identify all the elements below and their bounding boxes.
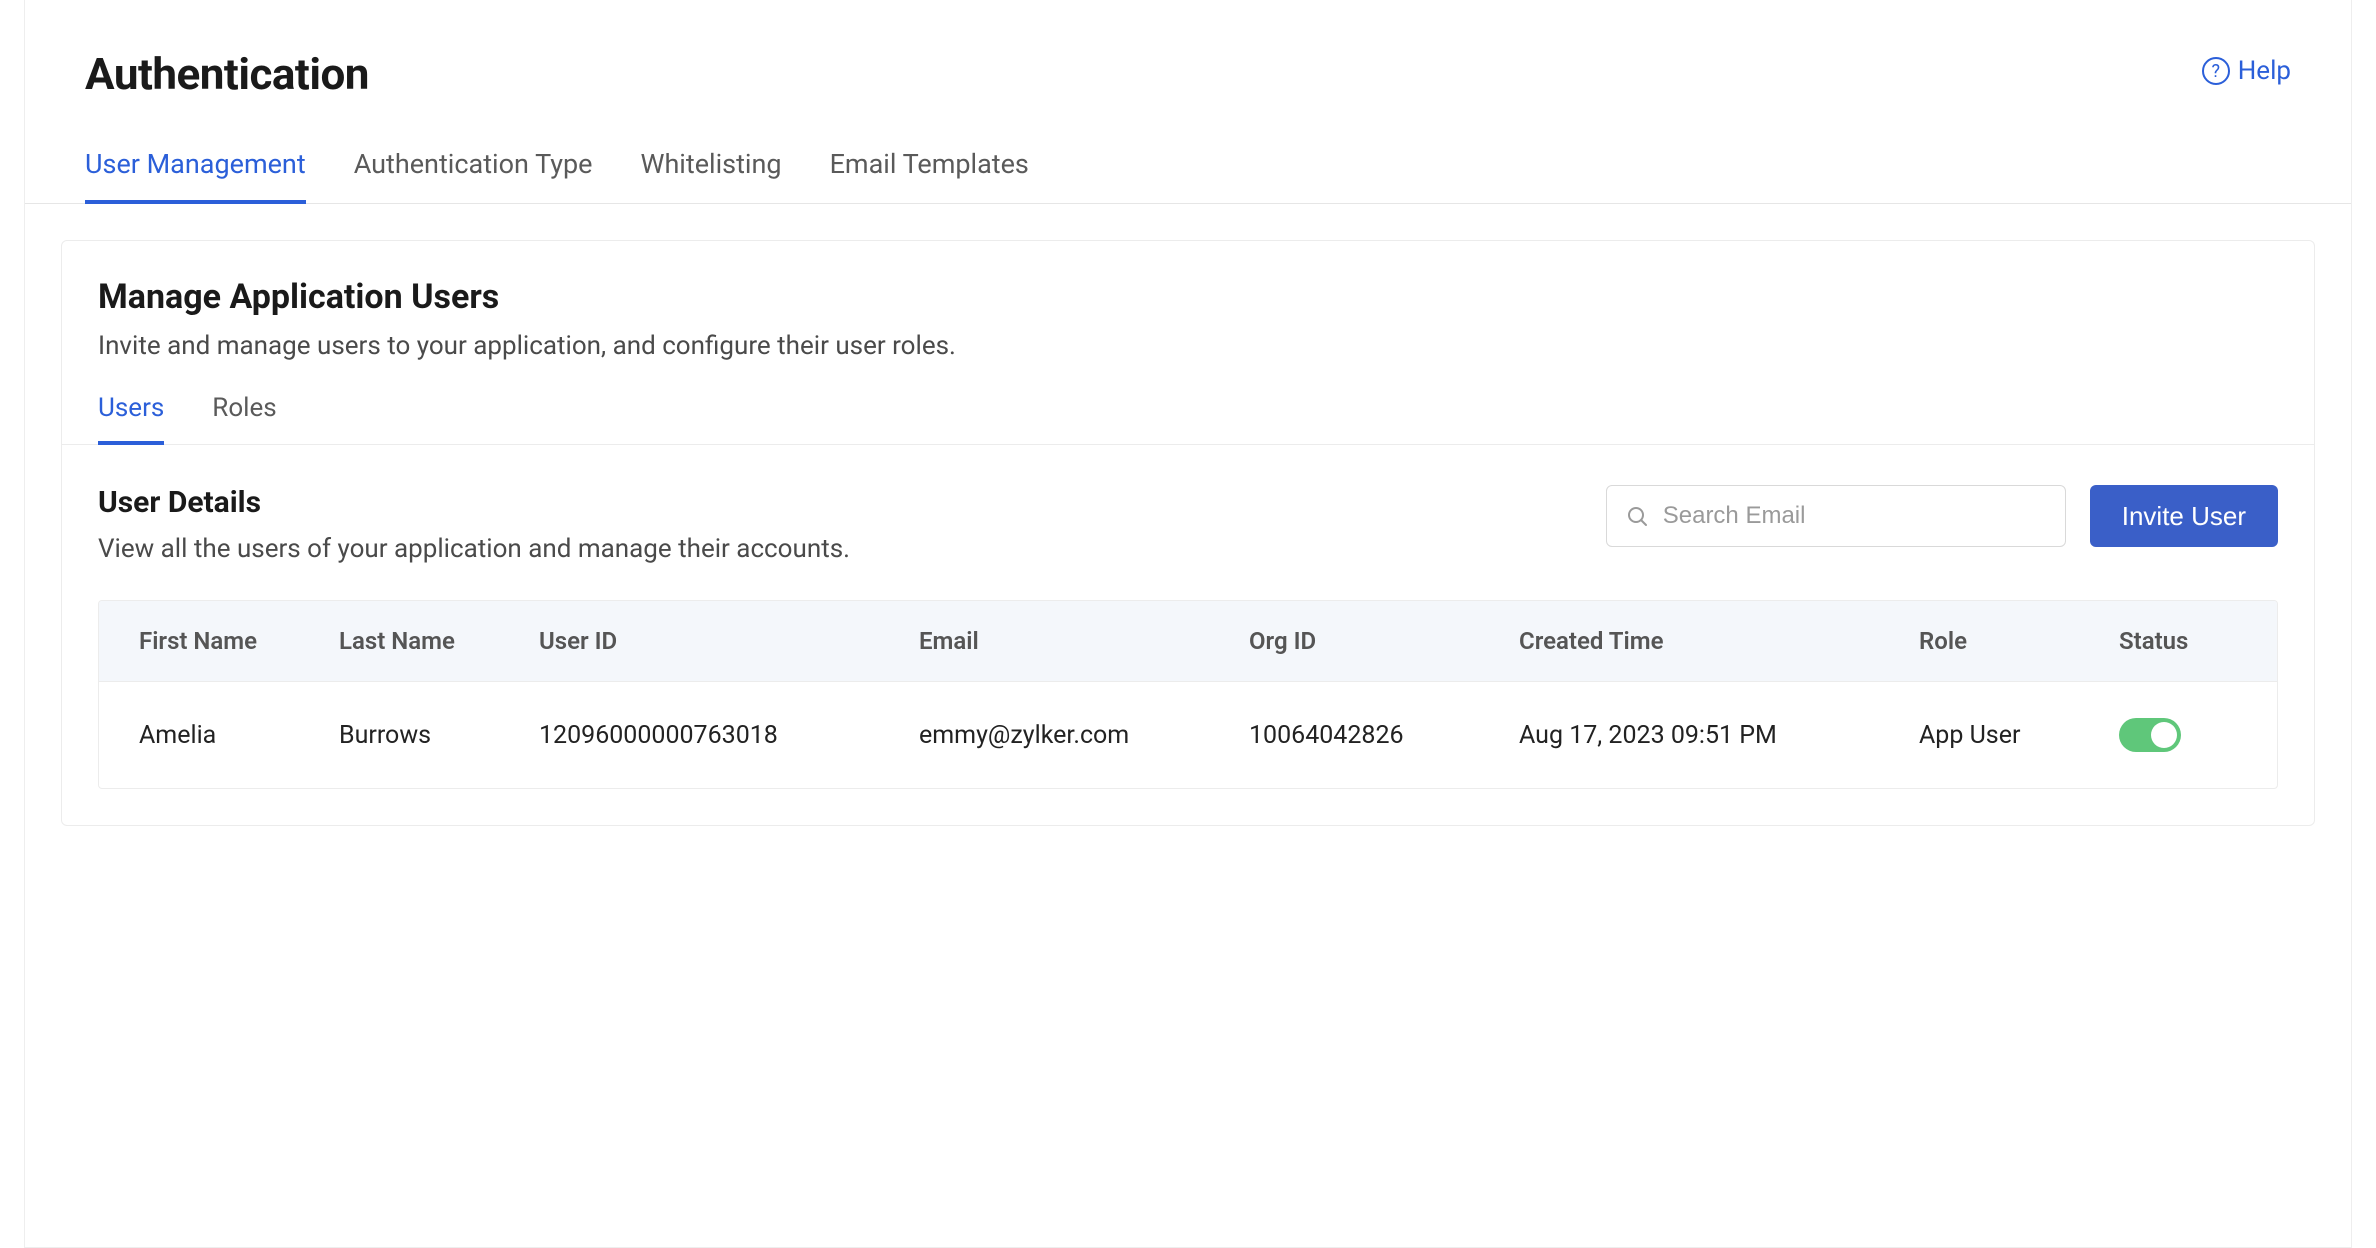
- toggle-knob: [2151, 722, 2177, 748]
- cell-status: [2079, 682, 2278, 788]
- cell-org-id: 10064042826: [1209, 685, 1479, 786]
- section-head: Manage Application Users Invite and mana…: [62, 241, 2314, 361]
- search-input[interactable]: [1663, 502, 2047, 530]
- col-email: Email: [879, 601, 1209, 681]
- cell-role: App User: [1879, 685, 2079, 786]
- col-org-id: Org ID: [1209, 601, 1479, 681]
- cell-created-time: Aug 17, 2023 09:51 PM: [1479, 685, 1879, 786]
- invite-user-button[interactable]: Invite User: [2090, 485, 2278, 547]
- cell-user-id: 12096000000763018: [499, 685, 879, 786]
- status-toggle[interactable]: [2119, 718, 2181, 752]
- details-right: Invite User: [1606, 485, 2278, 547]
- cell-email: emmy@zylker.com: [879, 685, 1209, 786]
- help-label: Help: [2238, 56, 2291, 86]
- search-wrap[interactable]: [1606, 485, 2066, 547]
- section-title: Manage Application Users: [98, 277, 2278, 317]
- page-title: Authentication: [85, 48, 369, 100]
- col-last-name: Last Name: [299, 601, 499, 681]
- tab-email-templates[interactable]: Email Templates: [830, 148, 1029, 204]
- top-tabs: User Management Authentication Type Whit…: [25, 100, 2351, 204]
- help-link[interactable]: ? Help: [2202, 56, 2291, 86]
- details-row: User Details View all the users of your …: [62, 445, 2314, 564]
- help-icon: ?: [2202, 57, 2230, 85]
- col-status: Status: [2079, 601, 2278, 681]
- cell-last-name: Burrows: [299, 685, 499, 786]
- col-created-time: Created Time: [1479, 601, 1879, 681]
- cell-first-name: Amelia: [99, 685, 299, 786]
- col-role: Role: [1879, 601, 2079, 681]
- col-user-id: User ID: [499, 601, 879, 681]
- table-row[interactable]: Amelia Burrows 12096000000763018 emmy@zy…: [99, 682, 2277, 788]
- user-table: First Name Last Name User ID Email Org I…: [98, 600, 2278, 789]
- sub-tab-roles[interactable]: Roles: [212, 393, 276, 445]
- section-subtitle: Invite and manage users to your applicat…: [98, 331, 2278, 361]
- search-icon: [1625, 504, 1649, 528]
- tab-whitelisting[interactable]: Whitelisting: [640, 148, 781, 204]
- page-container: Authentication ? Help User Management Au…: [24, 0, 2352, 1248]
- col-first-name: First Name: [99, 601, 299, 681]
- details-title: User Details: [98, 485, 850, 520]
- table-header: First Name Last Name User ID Email Org I…: [99, 601, 2277, 682]
- content-card: Manage Application Users Invite and mana…: [61, 240, 2315, 826]
- details-left: User Details View all the users of your …: [98, 485, 850, 564]
- tab-user-management[interactable]: User Management: [85, 148, 306, 204]
- sub-tab-users[interactable]: Users: [98, 393, 164, 445]
- tab-authentication-type[interactable]: Authentication Type: [354, 148, 593, 204]
- sub-tabs: Users Roles: [62, 361, 2314, 445]
- page-header: Authentication ? Help: [25, 0, 2351, 100]
- details-subtitle: View all the users of your application a…: [98, 534, 850, 564]
